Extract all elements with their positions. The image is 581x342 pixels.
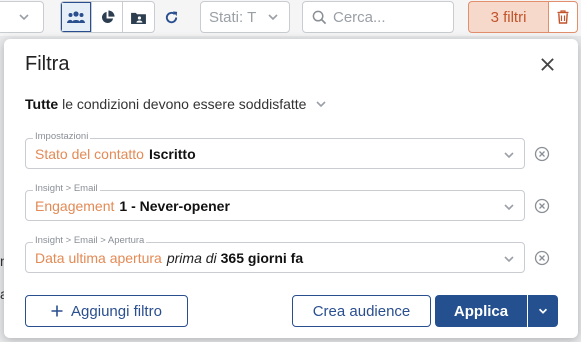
filter-row-engagement[interactable]: Insight > Email Engagement 1 - Never-ope… — [25, 183, 525, 221]
view-contacts-button[interactable] — [61, 2, 92, 32]
filter-operator: prima di — [166, 249, 217, 266]
apply-options-button[interactable] — [528, 295, 558, 327]
pie-chart-icon — [101, 9, 115, 23]
remove-filter-icon[interactable] — [534, 198, 550, 214]
filter-group-label: Insight > Email > Apertura — [33, 235, 147, 246]
people-icon — [67, 11, 85, 23]
chevron-down-icon — [268, 14, 278, 21]
view-toggle-group — [60, 1, 155, 33]
toolbar: Stati: T Cerca... 3 filtri — [0, 0, 581, 36]
chevron-down-icon — [538, 308, 548, 314]
filter-field: Stato del contatto — [35, 145, 144, 162]
status-filter-select[interactable]: Stati: T — [200, 1, 290, 33]
left-dropdown[interactable] — [0, 1, 44, 33]
view-folder-button[interactable] — [123, 2, 154, 32]
chevron-down-icon — [504, 204, 514, 211]
remove-filter-icon[interactable] — [534, 146, 550, 162]
search-placeholder: Cerca... — [333, 8, 386, 26]
status-filter-placeholder: Stati: T — [209, 8, 257, 26]
apply-label: Applica — [453, 302, 509, 320]
dialog-title: Filtra — [25, 53, 70, 75]
chevron-down-icon — [504, 256, 514, 263]
filters-count-button[interactable]: 3 filtri — [468, 1, 549, 33]
filters-count-label: 3 filtri — [490, 8, 527, 26]
refresh-icon — [165, 10, 177, 23]
close-button[interactable] — [536, 53, 558, 75]
chevron-down-icon — [316, 101, 327, 108]
add-filter-button[interactable]: Aggiungi filtro — [25, 295, 188, 327]
filter-value: Iscritto — [148, 145, 196, 162]
chevron-down-icon — [19, 14, 29, 21]
refresh-button[interactable] — [160, 6, 182, 28]
filter-field: Engagement — [35, 197, 115, 214]
view-chart-button[interactable] — [92, 2, 123, 32]
filter-dialog: Filtra Tutte le condizioni devono essere… — [4, 39, 578, 338]
filter-row-status[interactable]: Impostazioni Stato del contatto Iscritto — [25, 131, 525, 169]
close-icon — [540, 57, 554, 71]
apply-button[interactable]: Applica — [435, 295, 527, 327]
remove-filter-icon[interactable] — [534, 250, 550, 266]
condition-mode-select[interactable]: Tutte le condizioni devono essere soddis… — [25, 96, 328, 112]
chevron-down-icon — [504, 152, 514, 159]
filter-group-label: Impostazioni — [33, 131, 91, 142]
trash-icon — [557, 10, 569, 24]
search-icon — [312, 10, 327, 25]
clear-filters-button[interactable] — [548, 1, 578, 33]
condition-mode-value: Tutte — [25, 96, 59, 112]
plus-icon — [51, 305, 63, 317]
filter-field: Data ultima apertura — [35, 249, 162, 266]
filter-value: 1 - Never-opener — [119, 197, 230, 214]
contact-folder-icon — [131, 12, 146, 24]
filter-row-last-open[interactable]: Insight > Email > Apertura Data ultima a… — [25, 235, 525, 273]
filter-group-label: Insight > Email — [33, 183, 100, 194]
condition-mode-text: le condizioni devono essere soddisfatte — [62, 96, 307, 112]
add-filter-label: Aggiungi filtro — [71, 302, 162, 320]
create-audience-label: Crea audience — [312, 302, 411, 320]
create-audience-button[interactable]: Crea audience — [292, 295, 431, 327]
search-input[interactable]: Cerca... — [302, 1, 454, 33]
filter-value: 365 giorni fa — [220, 249, 304, 266]
